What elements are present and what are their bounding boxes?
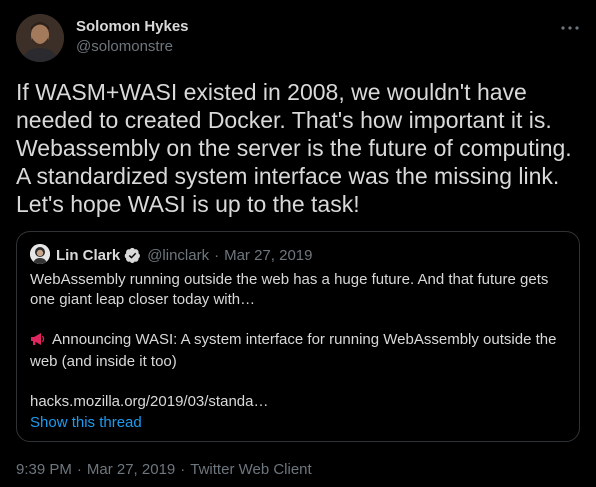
show-thread-link[interactable]: Show this thread xyxy=(30,414,142,431)
quote-author-handle[interactable]: @linclark xyxy=(147,247,209,264)
tweet-client[interactable]: Twitter Web Client xyxy=(190,461,311,478)
meta-separator: · xyxy=(76,461,82,478)
quote-date[interactable]: Mar 27, 2019 xyxy=(224,247,312,264)
quote-announcement-text: Announcing WASI: A system interface for … xyxy=(30,331,557,370)
tweet: Solomon Hykes @solomonstre If WASM+WASI … xyxy=(0,0,596,487)
tweet-meta: 9:39 PM · Mar 27, 2019 · Twitter Web Client xyxy=(16,461,312,478)
quote-separator: · xyxy=(214,246,220,264)
quote-body: WebAssembly running outside the web has … xyxy=(30,270,570,412)
quote-link[interactable]: hacks.mozilla.org/2019/03/standa… xyxy=(30,392,570,412)
quote-author-name[interactable]: Lin Clark xyxy=(56,247,120,264)
quote-author-avatar xyxy=(30,244,50,264)
author-avatar[interactable] xyxy=(16,14,64,62)
meta-separator: · xyxy=(180,461,186,478)
tweet-date[interactable]: Mar 27, 2019 xyxy=(87,461,175,478)
quote-text-line2: Announcing WASI: A system interface for … xyxy=(30,330,570,372)
quote-text-line1: WebAssembly running outside the web has … xyxy=(30,271,549,308)
quoted-tweet[interactable]: Lin Clark @linclark · Mar 27, 2019 WebAs… xyxy=(16,231,580,442)
quote-header: Lin Clark @linclark · Mar 27, 2019 xyxy=(56,245,312,265)
megaphone-icon xyxy=(30,332,46,352)
author-name[interactable]: Solomon Hykes xyxy=(76,18,189,35)
tweet-text: If WASM+WASI existed in 2008, we wouldn'… xyxy=(16,79,572,217)
author-handle[interactable]: @solomonstre xyxy=(76,38,173,55)
verified-badge-icon xyxy=(124,247,141,264)
ellipsis-icon[interactable] xyxy=(560,18,580,38)
tweet-time[interactable]: 9:39 PM xyxy=(16,461,72,478)
